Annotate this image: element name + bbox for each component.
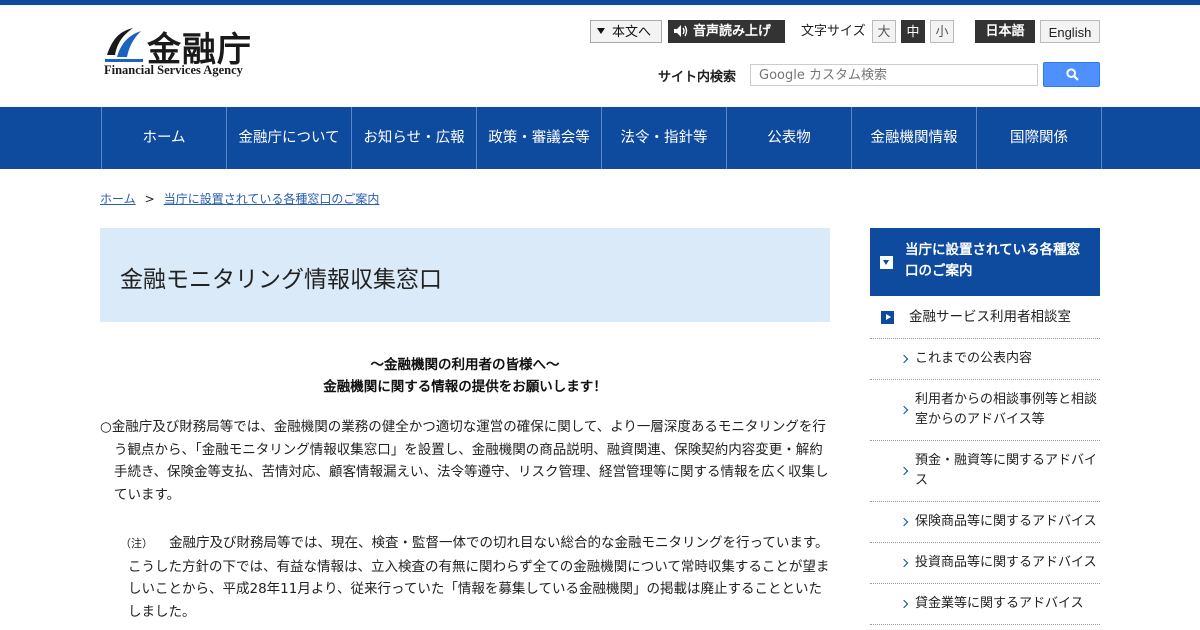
note-text: 金融庁及び財務局等では、現在、検査・監督一体での切れ目ない総合的な金融モニタリン… bbox=[128, 535, 830, 620]
logo-english-text: Financial Services Agency bbox=[104, 63, 243, 77]
nav-international[interactable]: 国際関係 bbox=[977, 107, 1102, 169]
breadcrumb-home-link[interactable]: ホーム bbox=[100, 192, 136, 206]
voice-reading-button[interactable]: 音声読み上げ bbox=[668, 20, 785, 43]
nav-laws[interactable]: 法令・指針等 bbox=[602, 107, 727, 169]
sidebar-item-label: これまでの公表内容 bbox=[915, 351, 1033, 366]
site-search-label: サイト内検索 bbox=[658, 70, 737, 85]
sidebar-item-label: 利用者からの相談事例等と相談室からのアドバイス等 bbox=[915, 392, 1098, 427]
note-tag: （注） bbox=[120, 537, 153, 550]
breadcrumb-separator: > bbox=[144, 192, 155, 206]
chevron-right-icon bbox=[899, 558, 909, 568]
language-english-button[interactable]: English bbox=[1040, 20, 1100, 43]
chevron-right-icon bbox=[899, 466, 909, 476]
chevron-right-icon bbox=[899, 517, 909, 527]
nav-home[interactable]: ホーム bbox=[102, 107, 227, 169]
arrow-right-box-icon bbox=[881, 311, 894, 324]
sidebar-list: これまでの公表内容 利用者からの相談事例等と相談室からのアドバイス等 預金・融資… bbox=[870, 339, 1100, 625]
font-size-medium-button[interactable]: 中 bbox=[901, 20, 925, 43]
chevron-right-icon bbox=[899, 354, 909, 364]
sidebar-item[interactable]: 保険商品等に関するアドバイス bbox=[870, 502, 1100, 543]
language-japanese-button[interactable]: 日本語 bbox=[975, 20, 1035, 43]
search-input[interactable] bbox=[750, 64, 1038, 86]
sidebar-item-label: 貸金業等に関するアドバイス bbox=[915, 596, 1084, 611]
fsa-logo-mark-icon bbox=[105, 28, 143, 62]
chevron-right-icon bbox=[899, 405, 909, 415]
skip-label: 本文へ bbox=[612, 25, 652, 40]
nav-publications[interactable]: 公表物 bbox=[727, 107, 852, 169]
sidebar-item-label: 保険商品等に関するアドバイス bbox=[915, 514, 1097, 529]
skip-to-content-button[interactable]: 本文へ bbox=[590, 20, 662, 43]
note-paragraph: （注） 金融庁及び財務局等では、現在、検査・監督一体での切れ目ない総合的な金融モニ… bbox=[120, 532, 830, 623]
sidebar-item[interactable]: 貸金業等に関するアドバイス bbox=[870, 584, 1100, 625]
speaker-icon bbox=[674, 25, 688, 37]
nav-institutions[interactable]: 金融機関情報 bbox=[852, 107, 977, 169]
top-accent-bar bbox=[0, 0, 1200, 5]
sidebar-item[interactable]: 投資商品等に関するアドバイス bbox=[870, 543, 1100, 584]
sidebar-heading-label: 当庁に設置されている各種窓口のご案内 bbox=[905, 242, 1081, 279]
nav-policy[interactable]: 政策・審議会等 bbox=[477, 107, 602, 169]
sidebar-item-label: 預金・融資等に関するアドバイス bbox=[915, 453, 1098, 488]
chevron-right-icon bbox=[899, 599, 909, 609]
main-paragraph: ○金融庁及び財務局等では、金融機関の業務の健全かつ適切な運営の確保に関して、より… bbox=[100, 419, 829, 503]
site-logo[interactable]: 金融庁 Financial Services Agency bbox=[103, 22, 263, 82]
sidebar-subheading[interactable]: 金融サービス利用者相談室 bbox=[870, 296, 1100, 339]
lead-line-2: 金融機関に関する情報の提供をお願いします！ bbox=[323, 379, 607, 395]
voice-label: 音声読み上げ bbox=[693, 24, 772, 39]
nav-news[interactable]: お知らせ・広報 bbox=[352, 107, 477, 169]
sidebar-heading[interactable]: 当庁に設置されている各種窓口のご案内 bbox=[870, 228, 1100, 296]
search-icon bbox=[1066, 68, 1079, 81]
lead-text: ～金融機関の利用者の皆様へ～ 金融機関に関する情報の提供をお願いします！ bbox=[100, 354, 830, 398]
page-title: 金融モニタリング情報収集窓口 bbox=[120, 267, 442, 293]
sidebar-item[interactable]: 利用者からの相談事例等と相談室からのアドバイス等 bbox=[870, 380, 1100, 441]
breadcrumb: ホーム > 当庁に設置されている各種窓口のご案内 bbox=[100, 190, 379, 207]
breadcrumb-current-link[interactable]: 当庁に設置されている各種窓口のご案内 bbox=[164, 192, 380, 206]
sidebar-item[interactable]: これまでの公表内容 bbox=[870, 339, 1100, 380]
font-size-small-button[interactable]: 小 bbox=[930, 20, 954, 43]
page-title-box: 金融モニタリング情報収集窓口 bbox=[100, 228, 830, 322]
collapse-toggle-icon bbox=[880, 256, 893, 269]
sidebar-item[interactable]: 預金・融資等に関するアドバイス bbox=[870, 441, 1100, 502]
search-button[interactable] bbox=[1043, 62, 1100, 87]
font-size-label: 文字サイズ bbox=[801, 24, 866, 39]
triangle-down-icon bbox=[597, 28, 605, 34]
nav-about[interactable]: 金融庁について bbox=[227, 107, 352, 169]
font-size-large-button[interactable]: 大 bbox=[872, 20, 896, 43]
sidebar-item-label: 投資商品等に関するアドバイス bbox=[915, 555, 1097, 570]
global-nav: ホーム 金融庁について お知らせ・広報 政策・審議会等 法令・指針等 公表物 金… bbox=[0, 107, 1200, 169]
sidebar-subheading-label: 金融サービス利用者相談室 bbox=[909, 309, 1071, 325]
lead-line-1: ～金融機関の利用者の皆様へ～ bbox=[370, 357, 560, 373]
